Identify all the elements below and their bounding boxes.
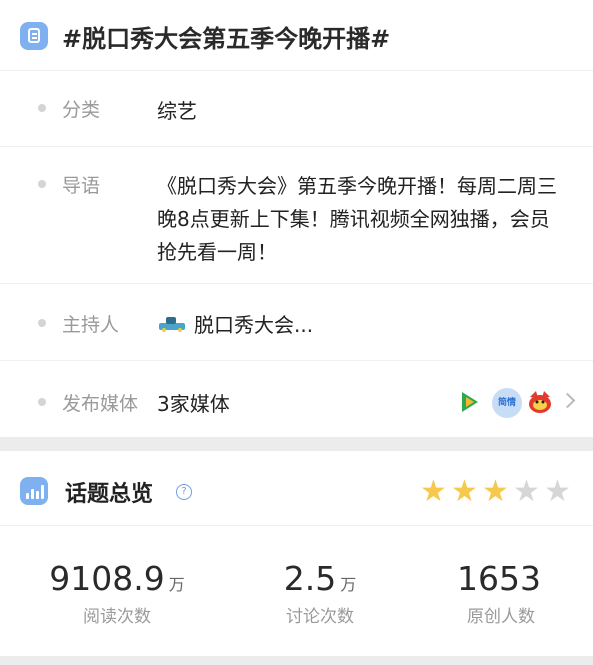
category-label: 分类	[62, 99, 101, 121]
chart-icon	[20, 477, 48, 505]
news-circle-logo-icon: 简情	[492, 388, 522, 418]
stat-originals: 1653 原创人数	[411, 559, 591, 627]
bullet-dot	[38, 104, 46, 112]
topic-title: #脱口秀大会第五季今晚开播#	[62, 25, 391, 53]
guide-row: 导语 《脱口秀大会》第五季今晚开播！每周二周三晚8点更新上下集！腾讯视频全网独播…	[0, 146, 593, 284]
stat-originals-label: 原创人数	[467, 607, 535, 627]
mascot-logo-icon	[529, 391, 551, 413]
stat-reads-unit: 万	[168, 575, 185, 594]
media-row[interactable]: 发布媒体 3家媒体 简情	[0, 360, 593, 437]
tencent-video-logo-icon	[462, 392, 478, 412]
category-row: 分类 综艺	[0, 70, 593, 147]
star-filled-icon: ★	[451, 474, 478, 509]
rating-stars: ★ ★ ★ ★ ★	[420, 477, 580, 507]
star-filled-icon: ★	[420, 474, 447, 509]
stat-reads-label: 阅读次数	[83, 607, 151, 627]
host-value[interactable]: 脱口秀大会...	[194, 309, 313, 338]
topic-header: #脱口秀大会第五季今晚开播#	[0, 0, 593, 71]
stat-discussions: 2.5 万 讨论次数	[230, 559, 410, 627]
host-avatar-icon	[159, 317, 185, 332]
help-icon[interactable]: ?	[176, 484, 192, 500]
stat-discussions-unit: 万	[340, 575, 357, 594]
bullet-dot	[38, 319, 46, 327]
star-filled-icon: ★	[482, 474, 509, 509]
media-label: 发布媒体	[62, 393, 139, 415]
stat-originals-value: 1653	[457, 559, 541, 598]
host-row[interactable]: 主持人 脱口秀大会...	[0, 283, 593, 361]
guide-text: 《脱口秀大会》第五季今晚开播！每周二周三晚8点更新上下集！腾讯视频全网独播，会员…	[157, 174, 557, 264]
overview-header: 话题总览 ? ★ ★ ★ ★ ★	[0, 451, 593, 526]
stat-reads: 9108.9 万 阅读次数	[27, 559, 207, 627]
guide-label: 导语	[62, 175, 101, 197]
chevron-right-icon[interactable]	[559, 392, 576, 409]
stat-reads-value: 9108.9	[49, 559, 165, 598]
media-logos[interactable]: 简情	[462, 388, 557, 418]
media-value: 3家媒体	[157, 392, 230, 416]
stat-discussions-label: 讨论次数	[286, 607, 354, 627]
document-icon	[20, 22, 48, 50]
star-empty-icon: ★	[544, 474, 571, 509]
overview-title: 话题总览	[65, 482, 154, 507]
host-label: 主持人	[62, 314, 120, 336]
category-value: 综艺	[157, 99, 197, 123]
bullet-dot	[38, 398, 46, 406]
bullet-dot	[38, 180, 46, 188]
stat-discussions-value: 2.5	[283, 559, 337, 598]
overview-card: 话题总览 ? ★ ★ ★ ★ ★ 9108.9 万 阅读次数 2.5 万 讨论次数 1653…	[0, 451, 593, 656]
star-empty-icon: ★	[513, 474, 540, 509]
topic-card: #脱口秀大会第五季今晚开播# 分类 综艺 导语 《脱口秀大会》第五季今晚开播！每…	[0, 0, 593, 437]
